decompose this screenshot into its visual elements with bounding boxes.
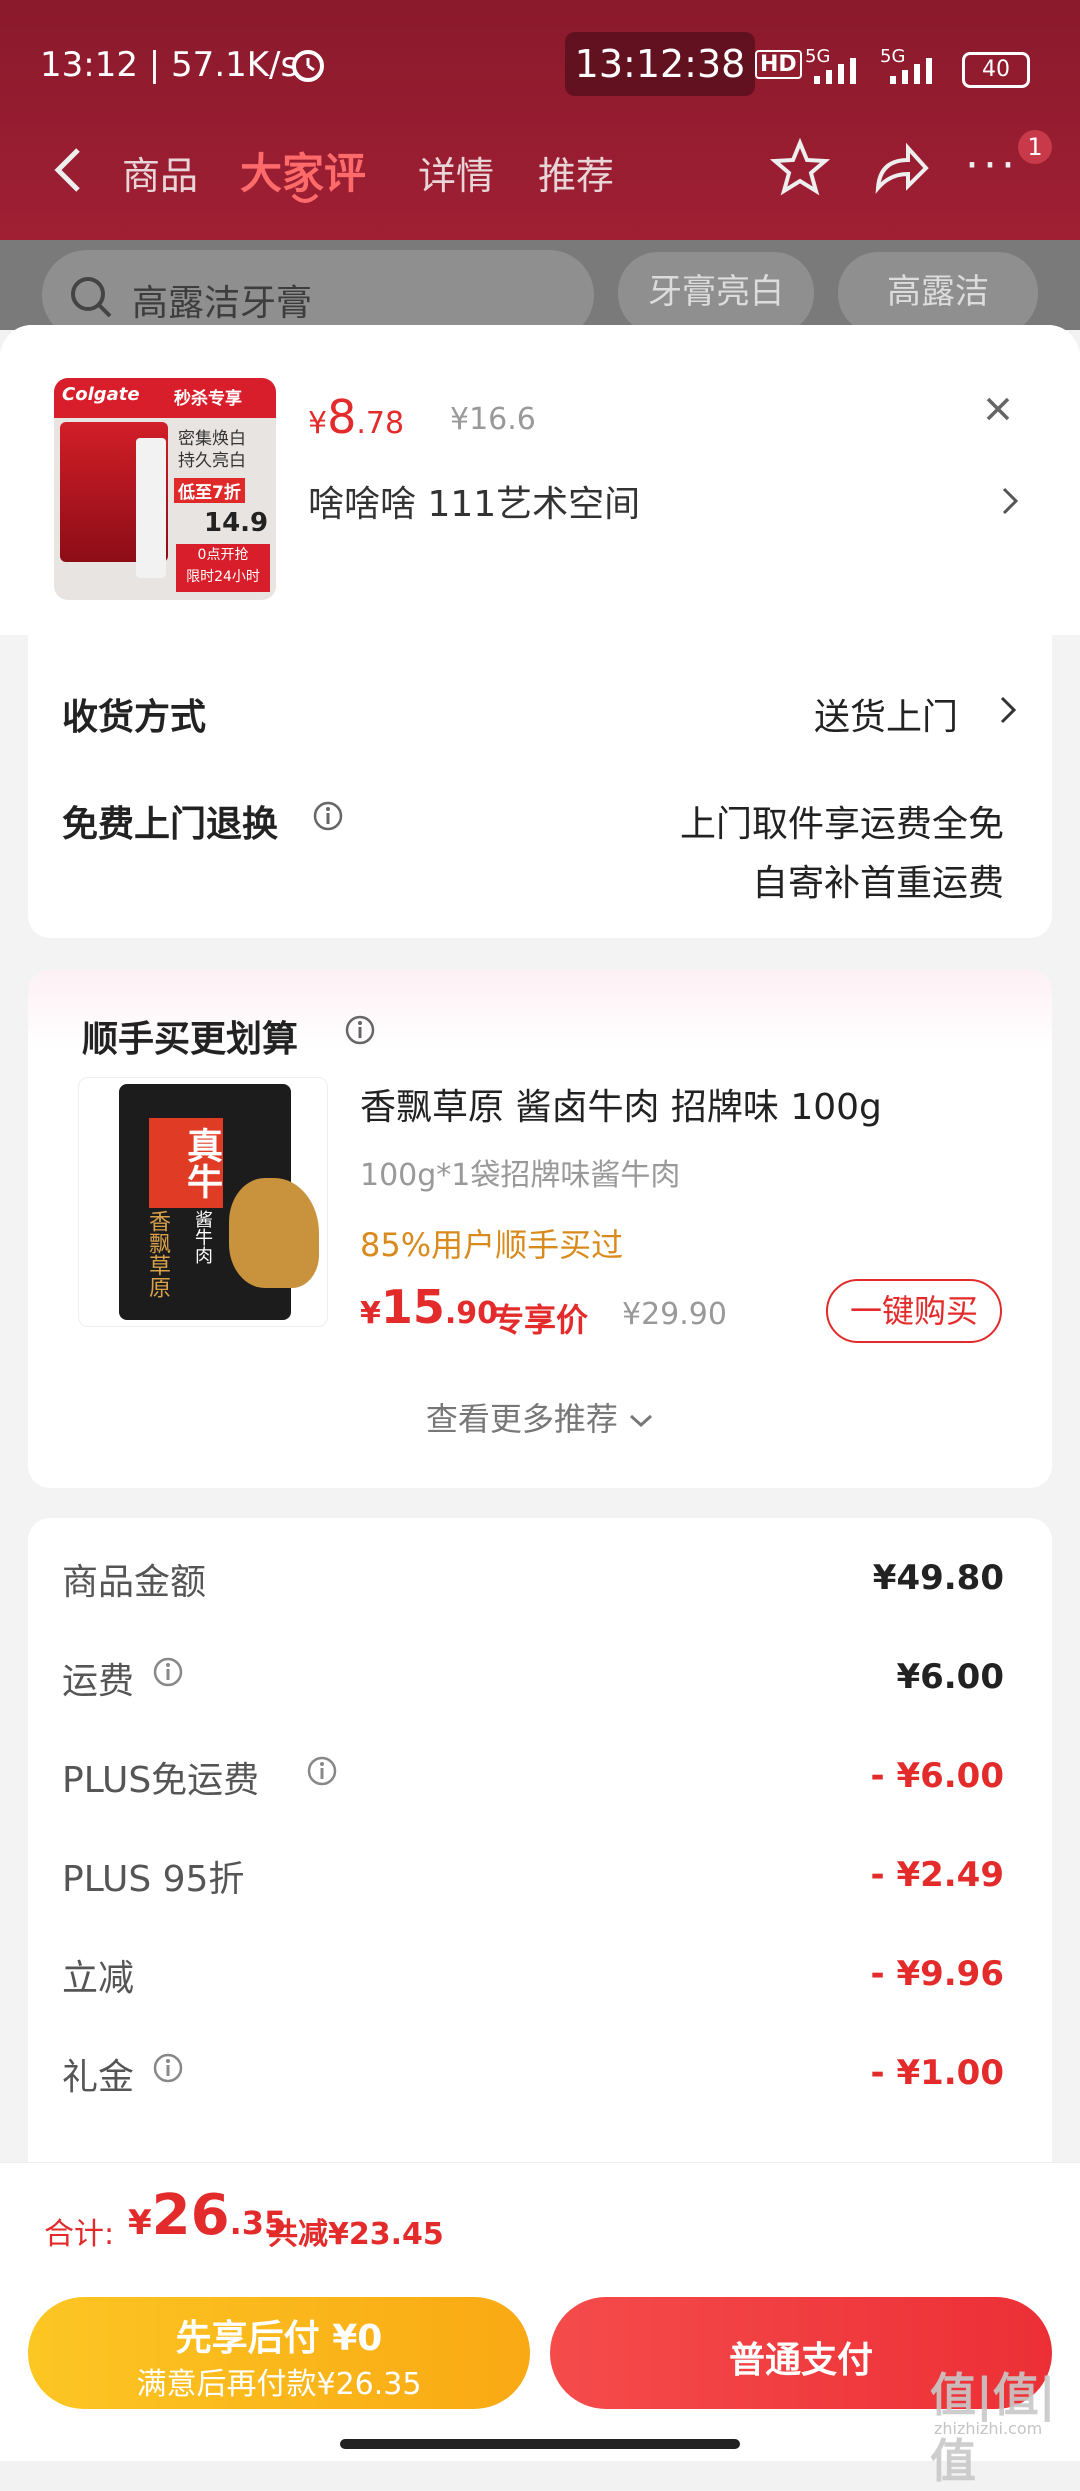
clock-overlay-text: 13:12:38	[574, 42, 746, 86]
summary-value-gift: - ¥1.00	[870, 2053, 1005, 2093]
summary-label-instant-off: 立减	[62, 1958, 135, 1999]
pay-later-title: 先享后付 ¥0	[175, 2318, 383, 2359]
summary-value-plus-discount: - ¥2.49	[870, 1855, 1005, 1895]
recommend-title: 顺手买更划算	[82, 1019, 299, 1060]
recommend-price-symbol: ¥	[360, 1296, 381, 1331]
summary-value-shipping: ¥6.00	[896, 1657, 1004, 1697]
share-icon[interactable]	[870, 140, 930, 196]
recommend-price-dec: .90	[444, 1296, 499, 1331]
delivery-chevron-icon[interactable]	[998, 694, 1018, 726]
search-chip-2[interactable]: 高露洁	[838, 252, 1038, 334]
summary-value-goods: ¥49.80	[872, 1558, 1004, 1598]
status-time-speed: 13:12 | 57.1K/s	[40, 45, 299, 85]
chevron-down-icon	[630, 1414, 653, 1428]
alarm-icon	[292, 50, 324, 82]
colgate-logo: Colgate	[62, 384, 140, 405]
signal-1-icon	[814, 58, 856, 84]
search-chip-1[interactable]: 牙膏亮白	[618, 252, 814, 334]
summary-value-plus-shipping: - ¥6.00	[870, 1756, 1005, 1796]
price-int: 8	[327, 390, 357, 444]
pay-later-subtitle: 满意后再付款¥26.35	[136, 2367, 422, 2402]
notification-badge: 1	[1018, 130, 1052, 164]
checkout-sheet: Colgate 秒杀专享 密集焕白 持久亮白 低至7折 14.9 0点开抢 限时…	[0, 325, 1080, 2460]
beef-big-text: 真牛	[149, 1118, 223, 1208]
clock-overlay: 13:12:38	[565, 32, 755, 96]
image-line-2: 持久亮白	[178, 451, 246, 471]
battery-icon: 40	[962, 52, 1030, 88]
signal-2-icon	[890, 58, 932, 84]
hd-icon: HD	[755, 50, 802, 79]
recommend-item-price: ¥15.90	[360, 1280, 498, 1334]
see-more-link[interactable]: 查看更多推荐	[28, 1394, 1052, 1440]
return-label: 免费上门退换	[62, 804, 279, 845]
product-original-price: ¥16.6	[450, 402, 536, 437]
watermark-site: zhizhizhi.com	[934, 2419, 1043, 2438]
summary-label-goods: 商品金额	[62, 1562, 207, 1603]
recommend-item-image[interactable]: 真牛 酱牛肉 香飘草原	[78, 1077, 328, 1327]
search-placeholder: 高露洁牙膏	[132, 283, 313, 324]
total-amount: ¥26.35	[128, 2183, 286, 2248]
total-int: 26	[151, 2183, 230, 2248]
summary-label-plus-shipping: PLUS免运费	[62, 1760, 260, 1801]
recommend-info-icon[interactable]	[344, 1014, 376, 1046]
favorite-star-icon[interactable]	[770, 138, 830, 198]
image-start-1: 0点开抢	[197, 547, 249, 563]
summary-value-instant-off: - ¥9.96	[870, 1954, 1005, 1994]
summary-label-plus-discount: PLUS 95折	[62, 1859, 245, 1900]
recommend-item-spec: 100g*1袋招牌味酱牛肉	[360, 1158, 681, 1193]
recommend-price-int: 15	[380, 1280, 445, 1334]
tab-details[interactable]: 详情	[418, 145, 494, 200]
product-price: ¥8.78	[308, 390, 404, 444]
image-price: 14.9	[204, 508, 269, 538]
app-header-background	[0, 0, 1080, 240]
toothpaste-tube	[136, 438, 166, 578]
cow-illustration	[229, 1178, 319, 1288]
one-click-buy-button[interactable]: 一键购买	[826, 1279, 1002, 1343]
delivery-value[interactable]: 送货上门	[814, 688, 958, 740]
recommend-price-tag: 专享价	[492, 1301, 589, 1339]
return-info-icon[interactable]	[312, 800, 344, 832]
beef-brand-text: 香飘草原	[145, 1210, 170, 1298]
more-menu-icon[interactable]: ···	[965, 140, 1019, 191]
tab-recommend[interactable]: 推荐	[538, 145, 614, 200]
image-start-2: 限时24小时	[186, 569, 260, 585]
total-symbol: ¥	[128, 2203, 152, 2243]
pay-later-button[interactable]: 先享后付 ¥0 满意后再付款¥26.35	[28, 2297, 530, 2409]
image-start-badge: 0点开抢 限时24小时	[176, 544, 270, 592]
price-symbol: ¥	[308, 406, 328, 441]
delivery-label: 收货方式	[62, 697, 207, 738]
recommend-card: 顺手买更划算 真牛 酱牛肉 香飘草原 香飘草原 酱卤牛肉 招牌味 100g 10…	[28, 970, 1052, 1488]
image-line-1: 密集焕白	[178, 429, 246, 449]
shipping-info-icon[interactable]	[152, 1656, 184, 1688]
delivery-card: 收货方式 送货上门 免费上门退换 上门取件享运费全免 自寄补首重运费	[28, 632, 1052, 938]
tab-product[interactable]: 商品	[122, 145, 198, 200]
beef-sub-text: 酱牛肉	[192, 1210, 213, 1264]
recommend-original-price: ¥29.90	[622, 1297, 727, 1332]
battery-level: 40	[982, 57, 1010, 82]
summary-label-gift: 礼金	[62, 2057, 135, 2098]
checkout-footer: 合计: ¥26.35 共减¥23.45 先享后付 ¥0 满意后再付款¥26.35…	[0, 2162, 1080, 2488]
gift-info-icon[interactable]	[152, 2052, 184, 2084]
product-image: Colgate 秒杀专享 密集焕白 持久亮白 低至7折 14.9 0点开抢 限时…	[54, 378, 276, 600]
image-tag: 秒杀专享	[174, 389, 242, 409]
return-line-1: 上门取件享运费全免	[679, 804, 1004, 845]
active-tab-indicator	[291, 193, 319, 203]
summary-label-shipping: 运费	[62, 1661, 135, 1702]
return-line-2: 自寄补首重运费	[751, 863, 1004, 904]
notification-count: 1	[1027, 133, 1043, 161]
close-icon[interactable]	[982, 393, 1014, 425]
product-variant[interactable]: 啥啥啥 111艺术空间	[308, 475, 640, 527]
recommend-item-name[interactable]: 香飘草原 酱卤牛肉 招牌味 100g	[360, 1078, 882, 1130]
search-icon	[71, 277, 112, 318]
price-dec: .78	[356, 406, 405, 441]
see-more-text: 查看更多推荐	[425, 1400, 618, 1438]
total-saved: 共减¥23.45	[268, 2217, 444, 2252]
total-label: 合计:	[44, 2217, 115, 2252]
image-discount: 低至7折	[174, 478, 245, 503]
plus-shipping-info-icon[interactable]	[306, 1755, 338, 1787]
home-indicator[interactable]	[340, 2439, 740, 2449]
recommend-item-social: 85%用户顺手买过	[360, 1226, 624, 1264]
variant-chevron-icon[interactable]	[1000, 485, 1020, 517]
back-arrow-icon[interactable]	[48, 145, 88, 195]
